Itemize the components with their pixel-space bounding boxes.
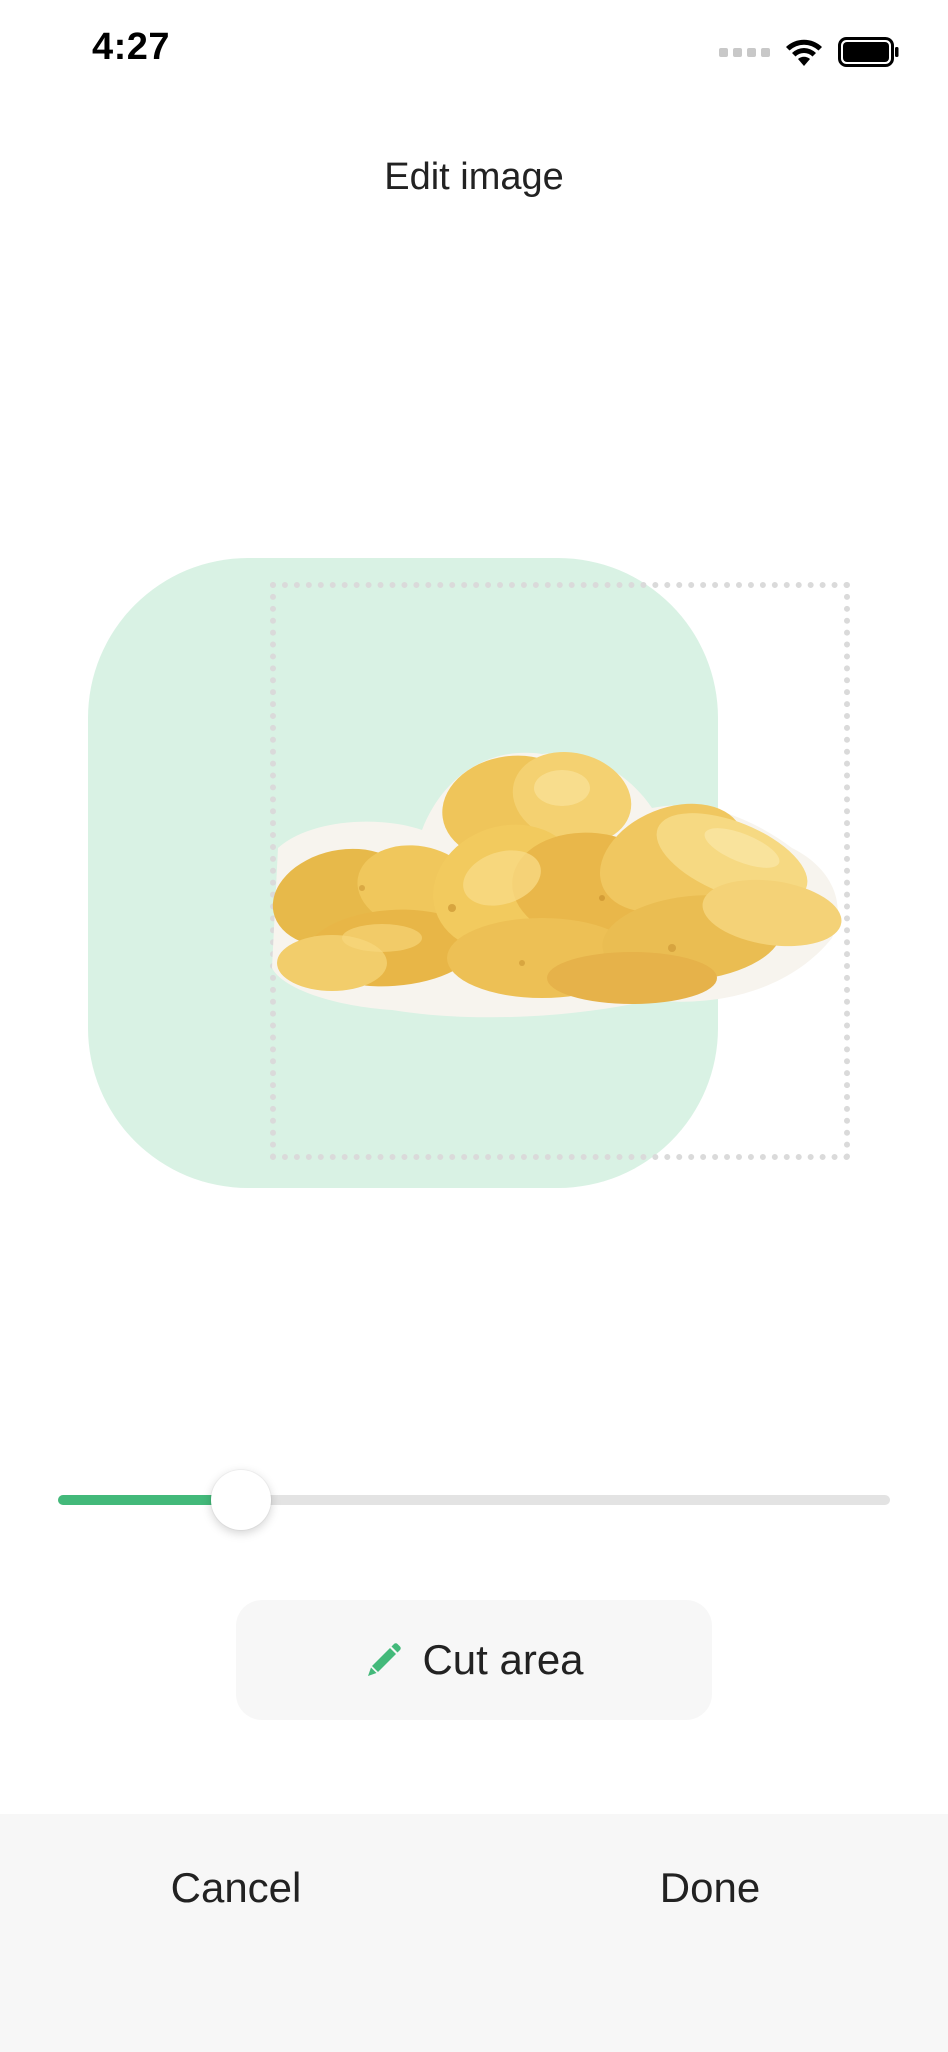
page-title: Edit image <box>384 156 564 198</box>
wifi-icon <box>786 39 822 66</box>
chips-image[interactable] <box>272 738 844 1028</box>
cancel-button[interactable]: Cancel <box>86 1864 386 1912</box>
status-icons <box>719 34 900 70</box>
cut-area-label: Cut area <box>422 1636 584 1683</box>
battery-icon <box>838 37 899 67</box>
done-button[interactable]: Done <box>560 1864 860 1912</box>
cut-area-button[interactable]: Cut area <box>236 1600 712 1720</box>
pencil-icon <box>368 1643 402 1676</box>
status-bar: 4:27 <box>0 0 948 104</box>
signal-icon <box>719 47 770 57</box>
brush-size-slider[interactable] <box>58 1468 890 1532</box>
bottom-action-bar: Cancel Done <box>0 1814 948 2052</box>
status-time: 4:27 <box>92 26 171 68</box>
slider-thumb[interactable] <box>211 1470 271 1530</box>
